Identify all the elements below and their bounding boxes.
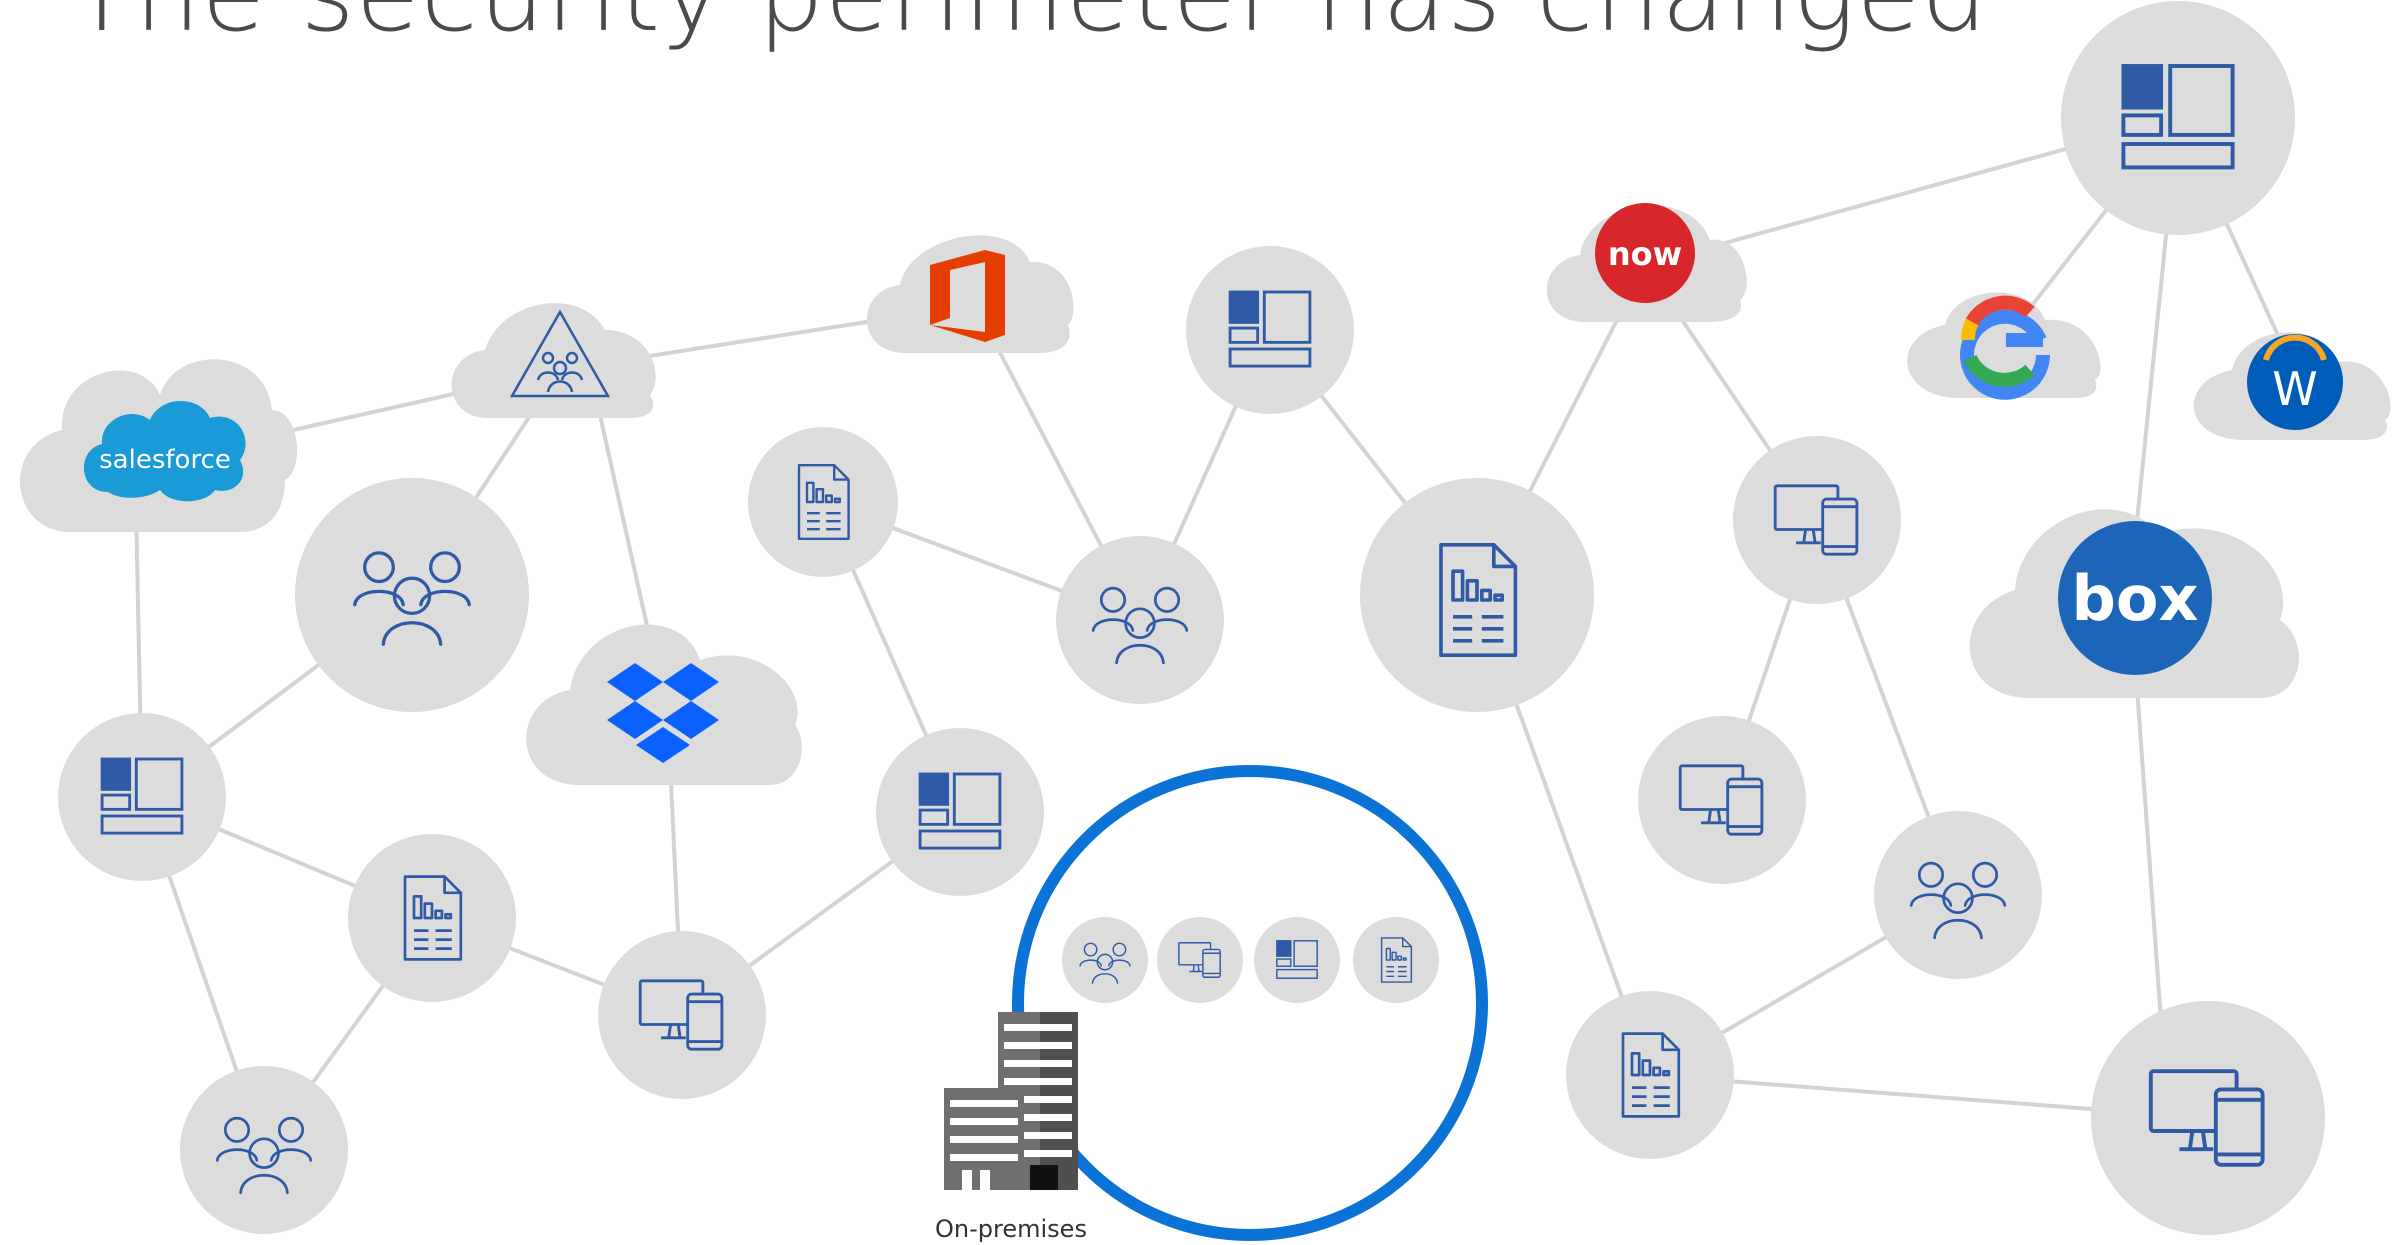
node-people-mid [1056,536,1224,704]
box-logo: box [2058,521,2212,675]
node-people-large-left [295,478,529,712]
node-people-right [1874,811,2042,979]
node-devices-left [598,931,766,1099]
node-app-mid [876,728,1044,896]
box-logo-text: box [2072,562,2199,635]
servicenow-logo: now [1595,203,1695,303]
triangle-app-cloud [451,303,656,418]
security-perimeter-diagram: salesforce now W box On-premises [20,1,2391,1243]
node-devices-large-right [2091,1001,2325,1235]
box-cloud: box [1969,509,2299,698]
workday-cloud: W [2193,332,2391,440]
workday-logo: W [2247,334,2343,430]
node-app-top-right [2061,1,2295,235]
google-cloud [1907,292,2101,400]
node-devices-small [1157,917,1243,1003]
node-devices-right-mid [1638,716,1806,884]
salesforce-logo-text: salesforce [99,445,231,475]
salesforce-cloud: salesforce [20,359,298,532]
node-document-mid [748,427,898,577]
node-people-bottom-left [180,1066,348,1234]
node-document-small [1353,917,1439,1003]
building-icon [944,1012,1078,1190]
workday-logo-text: W [2272,362,2317,416]
node-document-left [348,834,516,1002]
node-devices-right-top [1733,436,1901,604]
node-app-left [58,713,226,881]
servicenow-logo-text: now [1608,235,1682,273]
servicenow-cloud: now [1546,203,1747,322]
node-app-top-mid [1186,246,1354,414]
node-document-right-bottom [1566,991,1734,1159]
node-app-small [1254,917,1340,1003]
node-document-large-right [1360,478,1594,712]
dropbox-cloud [526,624,802,785]
on-premises-label: On-premises [935,1215,1087,1243]
office-cloud [866,235,1074,353]
security-perimeter-ring [1012,765,1488,1241]
node-people-small [1062,917,1148,1003]
